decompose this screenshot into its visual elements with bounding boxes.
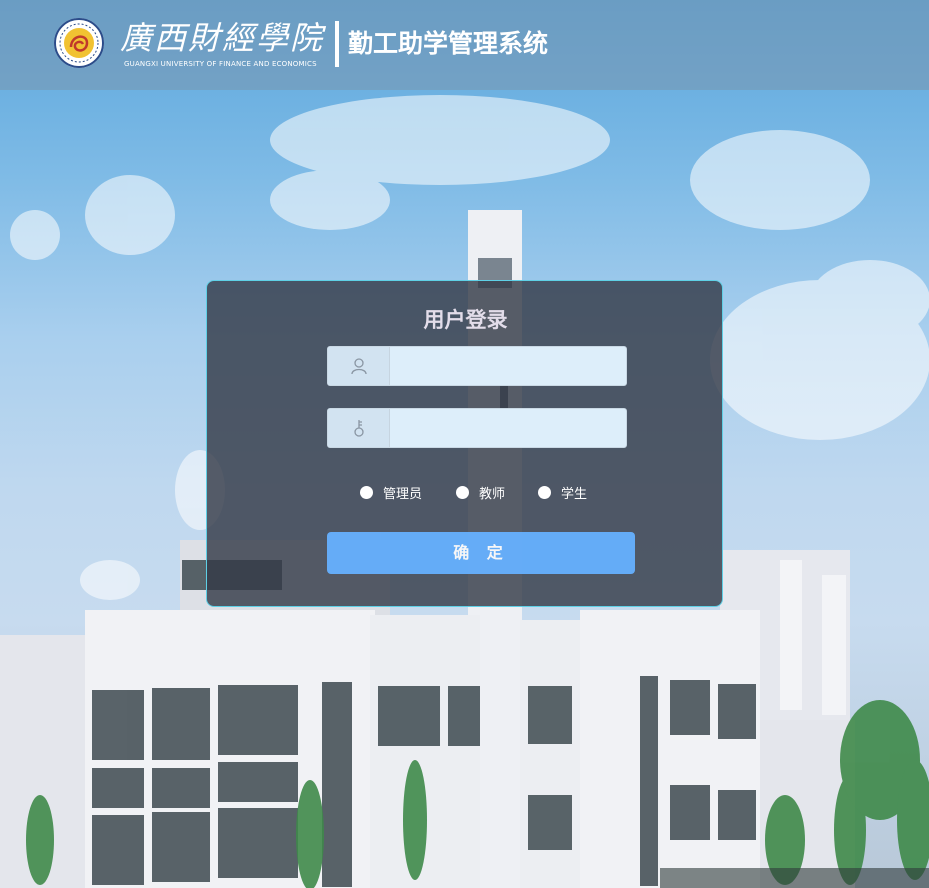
- role-label-admin: 管理员: [383, 486, 423, 502]
- radio-circle[interactable]: [360, 485, 373, 499]
- login-page: 廣西財經學院 GUANGXI UNIVERSITY OF FINANCE AND…: [0, 0, 929, 888]
- role-radio-student[interactable]: 学生: [538, 483, 587, 502]
- user-icon: [328, 347, 390, 385]
- role-radio-group: 管理员 教师 学生: [360, 482, 587, 502]
- header-divider: [335, 21, 339, 67]
- system-title: 勤工助学管理系统: [348, 29, 549, 58]
- university-emblem-icon: [54, 18, 104, 68]
- username-field: [327, 346, 627, 386]
- role-label-teacher: 教师: [479, 486, 506, 502]
- top-header-bar: 廣西財經學院 GUANGXI UNIVERSITY OF FINANCE AND…: [0, 0, 929, 90]
- password-input[interactable]: [390, 409, 626, 447]
- role-radio-admin[interactable]: 管理员: [360, 483, 456, 502]
- password-field: [327, 408, 627, 448]
- radio-circle[interactable]: [538, 485, 551, 499]
- key-icon: [328, 409, 390, 447]
- radio-circle[interactable]: [456, 485, 469, 499]
- login-title: 用户登录: [423, 308, 508, 332]
- username-input[interactable]: [390, 347, 626, 385]
- role-radio-teacher[interactable]: 教师: [456, 483, 538, 502]
- university-name-cn: 廣西財經學院: [120, 19, 325, 57]
- login-panel: 用户登录 管理员 教师 学生 确 定: [206, 280, 723, 607]
- role-label-student: 学生: [561, 486, 588, 502]
- confirm-button[interactable]: 确 定: [327, 532, 635, 574]
- university-name-en: GUANGXI UNIVERSITY OF FINANCE AND ECONOM…: [124, 60, 317, 68]
